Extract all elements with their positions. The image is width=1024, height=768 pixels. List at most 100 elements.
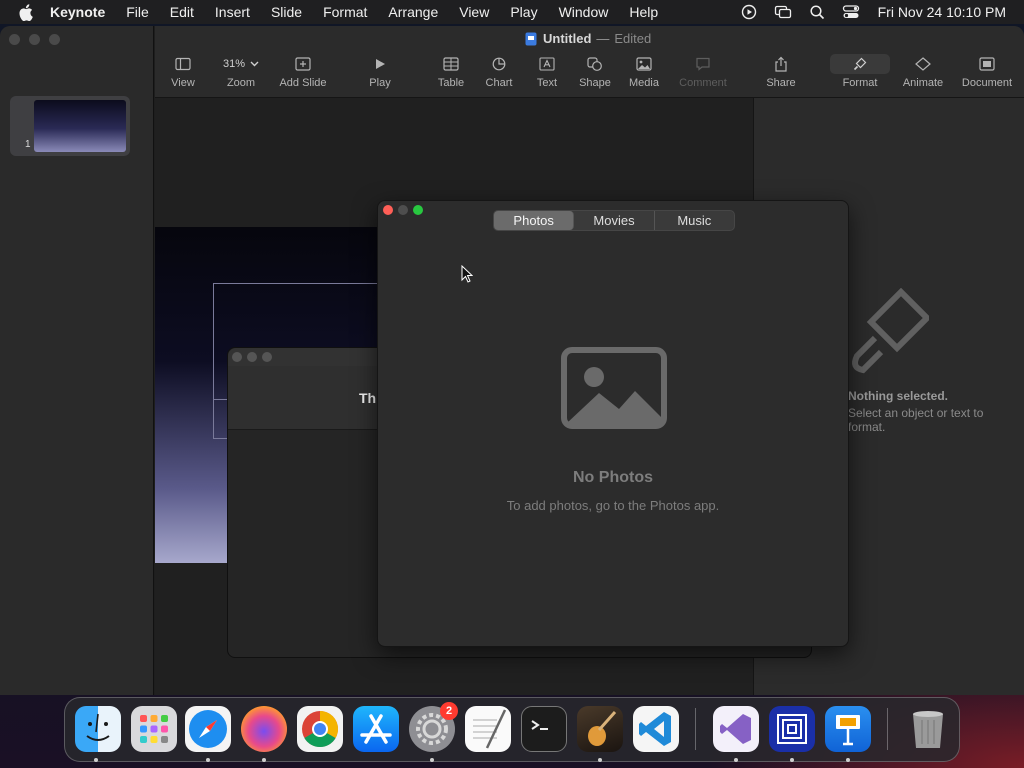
- tab-movies[interactable]: Movies: [574, 211, 655, 230]
- menu-bar-clock[interactable]: Fri Nov 24 10:10 PM: [878, 4, 1006, 20]
- menu-format[interactable]: Format: [323, 4, 367, 20]
- dock-app-store-icon[interactable]: [353, 706, 399, 752]
- add-slide-button[interactable]: Add Slide: [268, 54, 338, 94]
- zoom-window-button[interactable]: [413, 205, 423, 215]
- no-photos-title: No Photos: [573, 469, 653, 486]
- menu-window[interactable]: Window: [559, 4, 609, 20]
- photo-placeholder-icon: [561, 347, 667, 429]
- apple-menu-icon[interactable]: [18, 0, 36, 24]
- screen-record-icon[interactable]: [740, 3, 758, 21]
- document-label: Document: [961, 77, 1013, 89]
- dock-terminal-icon[interactable]: [521, 706, 567, 752]
- dock-textedit-icon[interactable]: [465, 706, 511, 752]
- play-label: Play: [369, 77, 391, 89]
- tab-music[interactable]: Music: [655, 211, 734, 230]
- screen-mirroring-icon[interactable]: [774, 3, 792, 21]
- inspector-empty-title: Nothing selected.: [848, 389, 949, 403]
- document-title: Untitled — Edited: [525, 31, 651, 46]
- document-button[interactable]: Document: [952, 54, 1022, 94]
- document-name[interactable]: Untitled: [543, 31, 591, 46]
- comment-label: Comment: [679, 77, 727, 89]
- play-icon: [376, 59, 385, 69]
- add-slide-label: Add Slide: [279, 77, 327, 89]
- document-inspector-icon: [979, 57, 995, 71]
- dock-separator: [887, 708, 888, 750]
- media-icon: [636, 57, 652, 71]
- dock-launchpad-icon[interactable]: [131, 706, 177, 752]
- dock-chrome-icon[interactable]: [297, 706, 343, 752]
- close-window-button[interactable]: [9, 34, 20, 45]
- animate-button[interactable]: Animate: [888, 54, 958, 94]
- menu-app-keynote[interactable]: Keynote: [50, 4, 105, 20]
- dock-trash-icon[interactable]: [905, 706, 951, 752]
- window-controls: [9, 34, 69, 45]
- minimize-window-button[interactable]: [398, 205, 408, 215]
- menu-edit[interactable]: Edit: [170, 4, 194, 20]
- dock-running-indicator: [206, 758, 210, 762]
- dock-vscode-icon[interactable]: [633, 706, 679, 752]
- inspector-empty-subtitle: Select an object or text to format.: [848, 406, 984, 434]
- dock-running-indicator: [262, 758, 266, 762]
- close-window-button[interactable]: [232, 352, 242, 362]
- menu-bar: Keynote File Edit Insert Slide Format Ar…: [0, 0, 1024, 24]
- paintbrush-icon: [852, 288, 929, 374]
- menu-slide[interactable]: Slide: [271, 4, 302, 20]
- format-button[interactable]: Format: [825, 54, 895, 94]
- share-icon: [775, 56, 787, 72]
- document-status: Edited: [614, 31, 652, 46]
- dock-safari-icon[interactable]: [185, 706, 231, 752]
- title-separator: —: [596, 31, 610, 46]
- window-controls: [383, 205, 428, 215]
- dock-garageband-icon[interactable]: [577, 706, 623, 752]
- spotlight-search-icon[interactable]: [808, 3, 826, 21]
- dock-visual-studio-icon[interactable]: [713, 706, 759, 752]
- slide-navigator: 1: [0, 26, 154, 695]
- dock-running-indicator: [94, 758, 98, 762]
- dock-firefox-icon[interactable]: [241, 706, 287, 752]
- dock-running-indicator: [430, 758, 434, 762]
- slide-thumbnail-image: [34, 100, 126, 152]
- chevron-down-icon: [250, 61, 259, 67]
- add-slide-icon: [295, 57, 311, 71]
- zoom-value: 31%: [222, 58, 246, 70]
- dock-keynote-icon[interactable]: [825, 706, 871, 752]
- comment-icon: [696, 57, 710, 71]
- play-button[interactable]: Play: [345, 54, 415, 94]
- toolbar: Untitled — Edited View 31% Zoom Add Slid…: [155, 26, 1024, 98]
- comment-button[interactable]: Comment: [668, 54, 738, 94]
- sidebar-view-icon: [175, 57, 191, 71]
- menu-file[interactable]: File: [126, 4, 149, 20]
- minimize-window-button[interactable]: [247, 352, 257, 362]
- menu-insert[interactable]: Insert: [215, 4, 250, 20]
- share-label: Share: [766, 77, 796, 89]
- background-dialog-text: Th: [359, 390, 377, 406]
- menu-help[interactable]: Help: [629, 4, 658, 20]
- menu-play[interactable]: Play: [510, 4, 537, 20]
- close-window-button[interactable]: [383, 205, 393, 215]
- tab-photos[interactable]: Photos: [494, 211, 575, 230]
- slide-thumbnail-selected[interactable]: 1: [10, 96, 130, 156]
- zoom-label: Zoom: [226, 77, 256, 89]
- shape-icon: [587, 57, 602, 71]
- dock-finder-icon[interactable]: [75, 706, 121, 752]
- media-browser-window: Photos Movies Music No Photos To add pho…: [377, 200, 849, 647]
- dock-archiver-icon[interactable]: [769, 706, 815, 752]
- dock-separator: [695, 708, 696, 750]
- zoom-control[interactable]: 31% Zoom: [206, 54, 276, 94]
- media-type-tabs: Photos Movies Music: [493, 210, 735, 231]
- minimize-window-button[interactable]: [29, 34, 40, 45]
- zoom-window-button[interactable]: [262, 352, 272, 362]
- menu-view[interactable]: View: [459, 4, 489, 20]
- keynote-document-icon: [525, 32, 537, 45]
- text-box-icon: [539, 57, 555, 71]
- paintbrush-icon: [853, 57, 867, 71]
- system-settings-badge: 2: [440, 702, 458, 720]
- table-icon: [443, 57, 459, 71]
- dock: [64, 697, 960, 762]
- dock-running-indicator: [846, 758, 850, 762]
- zoom-window-button[interactable]: [49, 34, 60, 45]
- share-button[interactable]: Share: [746, 54, 816, 94]
- control-center-icon[interactable]: [842, 3, 860, 21]
- menu-arrange[interactable]: Arrange: [388, 4, 438, 20]
- no-photos-subtitle: To add photos, go to the Photos app.: [506, 498, 720, 513]
